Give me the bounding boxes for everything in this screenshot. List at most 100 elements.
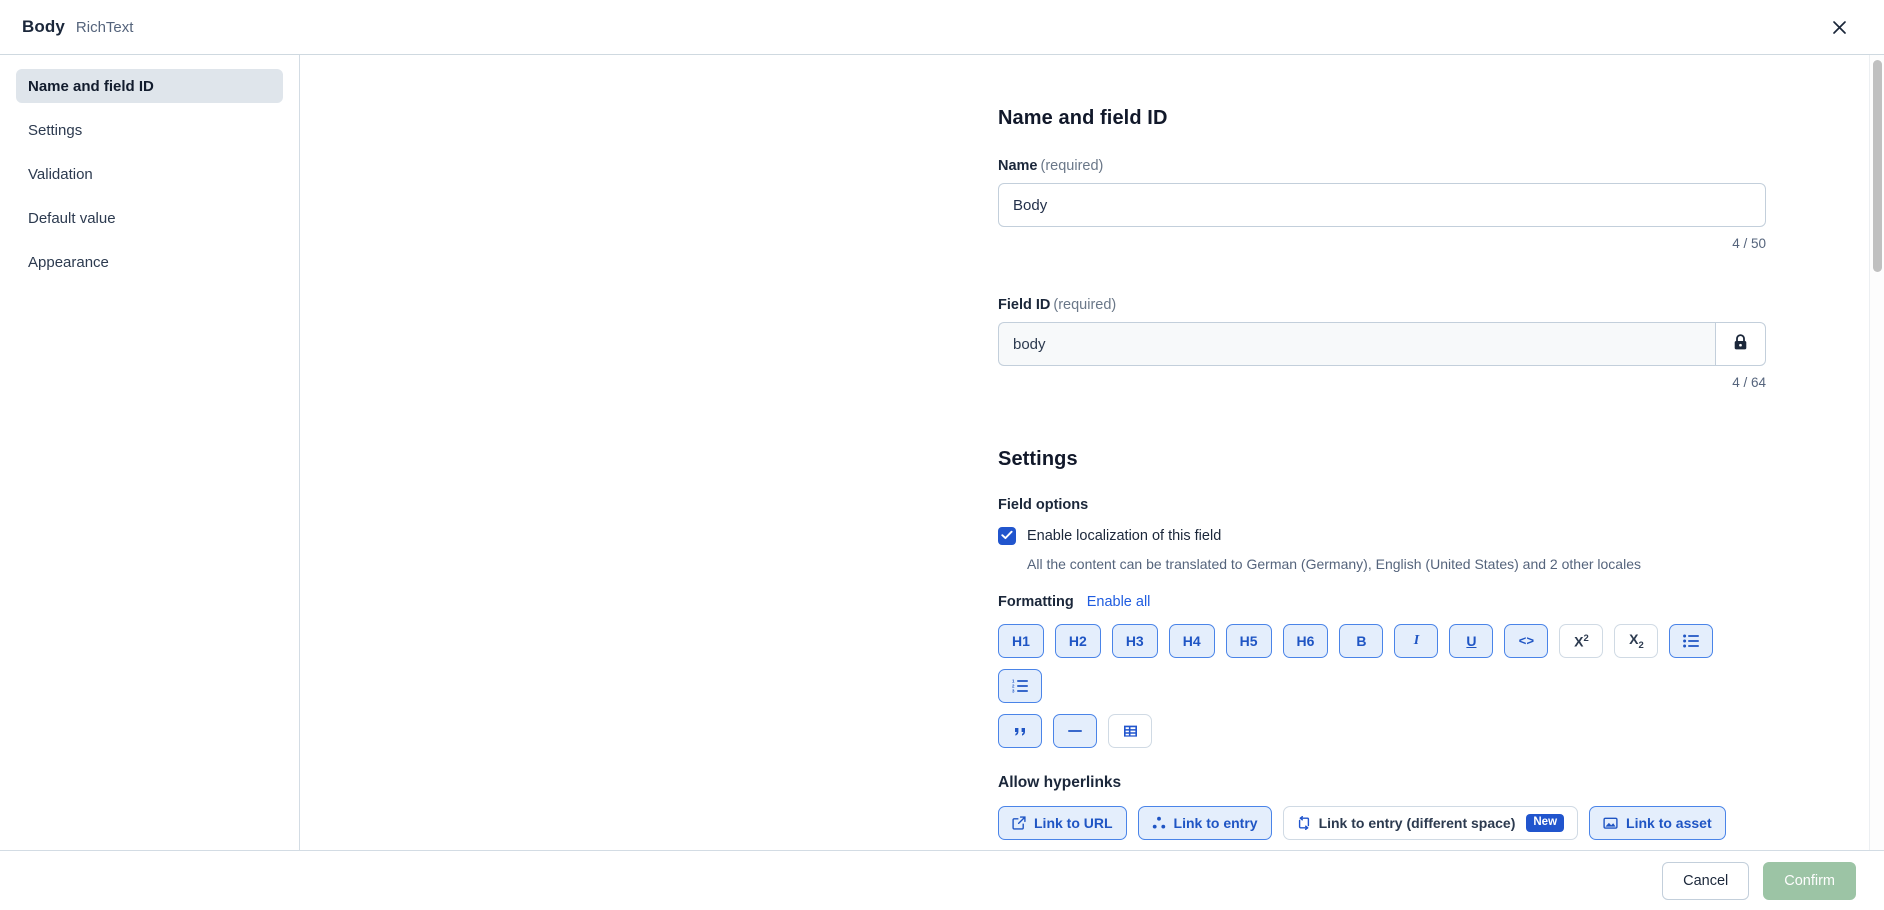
cross-space-icon [1297, 816, 1311, 830]
hyperlink-options-row: Link to URL Link to entry Link to entry … [998, 806, 1766, 840]
close-button[interactable] [1822, 10, 1856, 44]
format-bold-button[interactable]: B [1339, 624, 1384, 658]
code-icon: <> [1518, 633, 1535, 649]
bulleted-list-icon [1683, 634, 1700, 648]
format-quote-button[interactable] [998, 714, 1042, 748]
link-to-entry-button[interactable]: Link to entry [1137, 806, 1272, 840]
format-subscript-button[interactable]: X2 [1614, 624, 1659, 658]
localization-help-text: All the content can be translated to Ger… [1027, 556, 1641, 572]
checkmark-icon [1001, 527, 1013, 545]
format-code-button[interactable]: <> [1504, 624, 1549, 658]
pill-label: Link to URL [1034, 815, 1113, 831]
format-numbered-list-button[interactable]: 1 2 3 [998, 669, 1042, 703]
format-superscript-button[interactable]: X2 [1559, 624, 1604, 658]
content-inner: Name and field ID Name(required) 4 / 50 … [300, 55, 1884, 850]
asset-icon [1603, 816, 1618, 830]
pill-label: Link to entry (different space) [1318, 815, 1516, 831]
modal-body: Name and field ID Settings Validation De… [0, 54, 1884, 850]
cancel-button[interactable]: Cancel [1662, 861, 1750, 900]
format-table-button[interactable] [1108, 714, 1152, 748]
subscript-icon: X2 [1629, 631, 1644, 651]
sidebar-item-label: Default value [28, 209, 116, 227]
lock-icon [1733, 334, 1748, 354]
field-id-input-row [998, 322, 1766, 366]
sidebar-nav: Name and field ID Settings Validation De… [0, 55, 300, 850]
modal-footer: Cancel Confirm [0, 850, 1884, 910]
formatting-header: Formatting Enable all [998, 594, 1766, 610]
pill-label: H6 [1296, 633, 1315, 649]
localization-checkbox-row: Enable localization of this field [998, 527, 1766, 545]
sidebar-item-label: Name and field ID [28, 77, 154, 95]
underline-icon: U [1466, 633, 1477, 649]
horizontal-rule-icon [1067, 725, 1083, 737]
bold-icon: B [1356, 633, 1367, 649]
field-type-label: RichText [75, 18, 134, 36]
italic-icon: I [1413, 633, 1420, 648]
format-h5-button[interactable]: H5 [1225, 624, 1272, 658]
name-required-text: (required) [1040, 158, 1104, 174]
svg-text:3: 3 [1012, 689, 1015, 693]
pill-label: H4 [1182, 633, 1201, 649]
sidebar-item-default-value[interactable]: Default value [16, 201, 283, 235]
pill-label: Link to entry [1173, 815, 1258, 831]
superscript-icon: X2 [1574, 632, 1589, 650]
pill-label: H2 [1068, 633, 1087, 649]
sidebar-item-appearance[interactable]: Appearance [16, 245, 283, 279]
entry-link-icon [1152, 816, 1166, 830]
numbered-list-icon: 1 2 3 [1012, 679, 1028, 693]
name-input[interactable] [998, 183, 1766, 227]
format-h1-button[interactable]: H1 [998, 624, 1044, 658]
modal-header: Body RichText [0, 0, 1884, 54]
pill-label: Link to asset [1626, 815, 1712, 831]
format-h6-button[interactable]: H6 [1282, 624, 1329, 658]
format-italic-button[interactable]: I [1394, 624, 1439, 658]
link-to-asset-button[interactable]: Link to asset [1589, 806, 1726, 840]
pill-label: H5 [1239, 633, 1258, 649]
name-label-text: Name [998, 158, 1038, 174]
enable-all-button[interactable]: Enable all [1087, 594, 1151, 610]
field-options-label: Field options [998, 497, 1089, 513]
format-h3-button[interactable]: H3 [1111, 624, 1158, 658]
page-title: Body [22, 17, 65, 36]
format-h4-button[interactable]: H4 [1168, 624, 1215, 658]
settings-content: Name and field ID Name(required) 4 / 50 … [300, 55, 1884, 850]
localization-label[interactable]: Enable localization of this field [1027, 528, 1221, 544]
name-character-counter: 4 / 50 [1732, 236, 1766, 251]
field-id-character-counter: 4 / 64 [1732, 375, 1766, 390]
pill-label: H3 [1125, 633, 1144, 649]
allow-hyperlinks-label: Allow hyperlinks [998, 774, 1122, 791]
scrollbar-thumb[interactable] [1873, 60, 1882, 272]
format-underline-button[interactable]: U [1449, 624, 1494, 658]
link-to-entry-different-space-button[interactable]: Link to entry (different space) New [1282, 806, 1579, 840]
link-to-url-button[interactable]: Link to URL [998, 806, 1127, 840]
sidebar-item-validation[interactable]: Validation [16, 157, 283, 191]
close-icon [1832, 20, 1847, 35]
field-id-required-text: (required) [1053, 297, 1117, 313]
content-scrollbar[interactable] [1869, 55, 1884, 850]
field-settings-modal: Body RichText Name and field ID Settings… [0, 0, 1884, 910]
format-bulleted-list-button[interactable] [1669, 624, 1714, 658]
pill-label: H1 [1012, 633, 1030, 649]
sidebar-item-label: Settings [28, 121, 83, 139]
name-input-row [998, 183, 1766, 227]
external-link-icon [1012, 816, 1026, 830]
form-column: Name and field ID Name(required) 4 / 50 … [998, 107, 1766, 850]
format-horizontal-rule-button[interactable] [1053, 714, 1097, 748]
sidebar-item-settings[interactable]: Settings [16, 113, 283, 147]
format-h2-button[interactable]: H2 [1054, 624, 1101, 658]
localization-checkbox[interactable] [998, 527, 1016, 545]
table-icon [1123, 724, 1138, 738]
quote-icon [1013, 725, 1028, 738]
confirm-button[interactable]: Confirm [1763, 861, 1856, 900]
name-field-label: Name (required) [998, 158, 1766, 174]
field-id-input[interactable] [998, 322, 1715, 366]
field-id-lock-button[interactable] [1715, 322, 1766, 366]
sidebar-item-name-and-field-id[interactable]: Name and field ID [16, 69, 283, 103]
section-title-name-and-field-id: Name and field ID [998, 107, 1168, 129]
section-title-settings: Settings [998, 448, 1078, 470]
formatting-label: Formatting [998, 594, 1074, 610]
sidebar-item-label: Appearance [28, 253, 109, 271]
sidebar-item-label: Validation [28, 165, 93, 183]
